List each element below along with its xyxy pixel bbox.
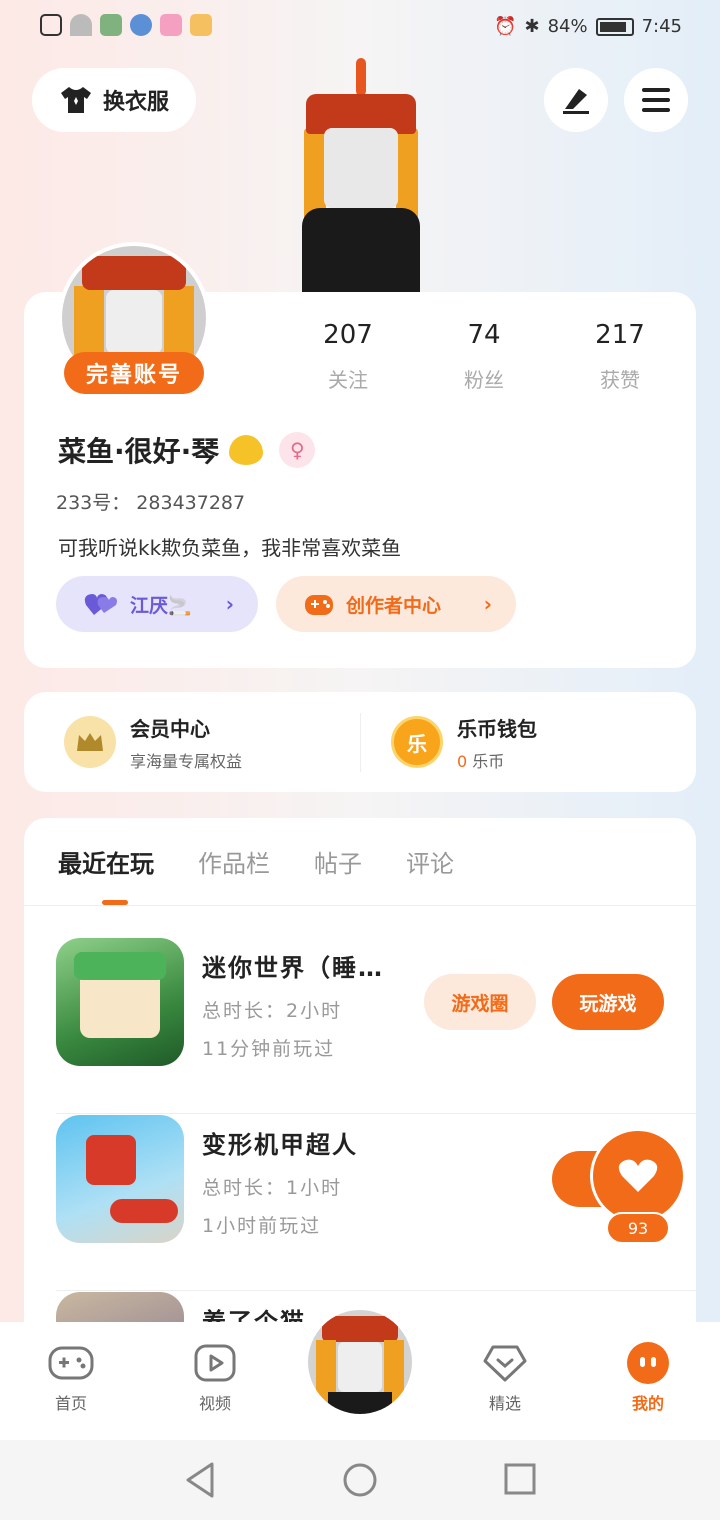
- yellow-heart-icon: [229, 435, 264, 465]
- app-icon-1: [100, 14, 122, 36]
- gamepad-icon: [47, 1342, 95, 1384]
- stat-value: 217: [595, 320, 645, 350]
- crown-icon: [64, 716, 116, 768]
- stat-following[interactable]: 207 关注: [280, 320, 416, 393]
- status-icons-right: ⏰ ✱ 84% 7:45: [494, 16, 682, 37]
- divider: [24, 905, 696, 906]
- system-nav-bar: [0, 1440, 720, 1520]
- clock: 7:45: [641, 16, 682, 37]
- tab-recent[interactable]: 最近在玩: [58, 844, 154, 905]
- game-name: 变形机甲超人: [202, 1131, 358, 1159]
- battery-icon: [595, 17, 634, 36]
- me-face-icon: [624, 1342, 672, 1384]
- game-icon-mini-world: [56, 938, 184, 1066]
- creator-center-label: 创作者中心: [346, 594, 442, 617]
- avatar-3d-figure[interactable]: [296, 58, 426, 292]
- tab-comments[interactable]: 评论: [406, 844, 454, 879]
- profile-stats: 207 关注 74 粉丝 217 获赞: [280, 320, 688, 393]
- chevron-right-icon: ›: [483, 592, 492, 616]
- relation-pill[interactable]: 江厌🚬 ›: [56, 576, 258, 632]
- divider: [56, 1290, 696, 1291]
- stat-label: 粉丝: [464, 368, 504, 392]
- home-icon[interactable]: [342, 1462, 378, 1498]
- app-icon-3: [160, 14, 182, 36]
- like-count: 93: [606, 1212, 670, 1244]
- status-icons-left: [40, 14, 212, 36]
- play-game-button[interactable]: 玩游戏: [552, 974, 664, 1030]
- bluetooth-icon: ✱: [524, 16, 540, 37]
- menu-icon: [642, 88, 670, 112]
- nickname: 菜鱼·很好·琴: [58, 435, 220, 468]
- stat-followers[interactable]: 74 粉丝: [416, 320, 552, 393]
- stat-label: 获赞: [600, 368, 640, 392]
- alarm-icon: ⏰: [494, 16, 517, 37]
- member-wallet-card: 会员中心 享海量专属权益 乐 乐币钱包 0 乐币: [24, 692, 696, 792]
- change-outfit-button[interactable]: 换衣服: [32, 68, 196, 132]
- shirt-icon: [60, 87, 91, 113]
- app-icon-2: [130, 14, 152, 36]
- menu-button[interactable]: [624, 68, 688, 132]
- member-subtitle: 享海量专属权益: [130, 751, 243, 771]
- pen-icon: [563, 89, 589, 114]
- wallet-balance: 0 乐币: [457, 748, 537, 772]
- game-name: 迷你世界（睡…: [202, 954, 384, 982]
- chevron-right-icon: ›: [225, 592, 234, 616]
- creator-center-pill[interactable]: 创作者中心 ›: [276, 576, 516, 632]
- wallet-entry[interactable]: 乐 乐币钱包 0 乐币: [360, 712, 696, 772]
- nav-label: 首页: [54, 1394, 87, 1413]
- recents-icon[interactable]: [504, 1462, 536, 1496]
- game-duration: 总时长：2小时: [202, 1000, 343, 1022]
- tab-works[interactable]: 作品栏: [198, 844, 270, 879]
- change-outfit-label: 换衣服: [102, 90, 169, 115]
- nickname-row: 菜鱼·很好·琴 ♀: [58, 430, 316, 470]
- back-icon[interactable]: [184, 1462, 216, 1498]
- stat-value: 74: [467, 320, 501, 350]
- user-id[interactable]: 233号： 283437287: [56, 488, 245, 515]
- wifi-icon: [70, 14, 92, 36]
- nav-me[interactable]: 我的: [603, 1342, 693, 1414]
- stat-likes[interactable]: 217 获赞: [552, 320, 688, 393]
- nav-label: 我的: [631, 1394, 664, 1413]
- game-duration: 总时长：1小时: [202, 1177, 343, 1199]
- game-icon-transformer: [56, 1115, 184, 1243]
- content-card: 最近在玩 作品栏 帖子 评论 迷你世界（睡… 总时长：2小时 11分钟前玩过 游…: [24, 818, 696, 1338]
- member-title: 会员中心: [130, 716, 210, 741]
- game-last-played: 11分钟前玩过: [202, 1038, 336, 1060]
- battery-percent: 84%: [547, 16, 588, 37]
- bio: 可我听说kk欺负菜鱼，我非常喜欢菜鱼: [58, 536, 402, 560]
- divider: [56, 1113, 696, 1114]
- wallet-value: 0: [457, 751, 468, 771]
- complete-account-badge[interactable]: 完善账号: [64, 352, 204, 394]
- coin-icon: 乐: [391, 716, 443, 768]
- tab-label: 最近在玩: [58, 850, 154, 878]
- video-icon: [191, 1342, 239, 1384]
- tab-bar: 最近在玩 作品栏 帖子 评论: [58, 844, 454, 905]
- nav-label: 精选: [488, 1394, 521, 1413]
- app-icon-4: [190, 14, 212, 36]
- nav-center-avatar[interactable]: [304, 1306, 416, 1418]
- edit-button[interactable]: [544, 68, 608, 132]
- like-float-button[interactable]: [590, 1128, 686, 1224]
- nav-home[interactable]: 首页: [26, 1342, 116, 1414]
- member-center-entry[interactable]: 会员中心 享海量专属权益: [24, 713, 360, 772]
- game-last-played: 1小时前玩过: [202, 1215, 322, 1237]
- nav-label: 视频: [198, 1394, 231, 1413]
- gamepad-icon: [305, 595, 333, 615]
- wallet-unit: 乐币: [472, 751, 505, 771]
- game-circle-button[interactable]: 游戏圈: [424, 974, 536, 1030]
- game-row[interactable]: 迷你世界（睡… 总时长：2小时 11分钟前玩过 游戏圈 玩游戏: [56, 938, 696, 1114]
- stat-value: 207: [323, 320, 373, 350]
- double-heart-icon: [84, 594, 117, 615]
- relation-label: 江厌🚬: [130, 594, 192, 617]
- alert-icon: [40, 14, 62, 36]
- stat-label: 关注: [328, 368, 368, 392]
- status-bar: ⏰ ✱ 84% 7:45: [0, 0, 720, 56]
- tab-posts[interactable]: 帖子: [314, 844, 362, 879]
- nav-video[interactable]: 视频: [170, 1342, 260, 1414]
- nav-featured[interactable]: 精选: [460, 1342, 550, 1414]
- female-icon: ♀: [279, 432, 316, 468]
- wallet-title: 乐币钱包: [457, 716, 537, 741]
- featured-heart-icon: [481, 1342, 529, 1384]
- heart-icon: [618, 1159, 658, 1192]
